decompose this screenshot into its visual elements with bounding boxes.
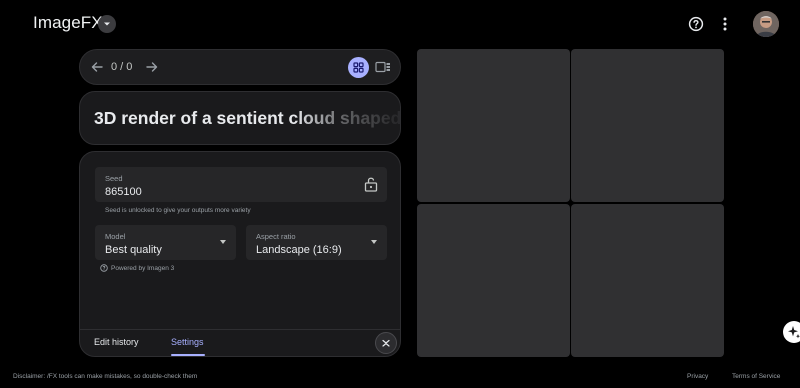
aspect-ratio-value: Landscape (16:9) [256, 244, 342, 256]
prompt-text[interactable]: 3D render of a sentient cloud shaped li [94, 108, 400, 129]
chevron-down-icon [104, 22, 110, 26]
seed-label: Seed [105, 174, 123, 183]
model-value: Best quality [105, 244, 162, 256]
model-select[interactable]: Model Best quality [95, 225, 236, 260]
app-menu-dropdown[interactable] [98, 15, 116, 33]
image-navigation-bar: 0 / 0 [79, 49, 401, 85]
powered-by-note: Powered by Imagen 3 [100, 264, 174, 272]
disclaimer-text: Disclaimer: /FX tools can make mistakes,… [13, 373, 198, 380]
image-placeholder[interactable] [417, 49, 570, 202]
dropdown-arrow-icon [371, 240, 377, 244]
expand-collapse-icon [382, 339, 390, 347]
seed-field[interactable]: Seed 865100 [95, 167, 387, 202]
arrow-back-icon[interactable] [89, 59, 105, 75]
privacy-link[interactable]: Privacy [687, 373, 708, 380]
prompt-input[interactable]: 3D render of a sentient cloud shaped li [79, 91, 401, 145]
model-label: Model [105, 232, 126, 241]
app-title[interactable]: ImageFX [33, 13, 103, 33]
settings-panel: Seed 865100 Seed is unlocked to give you… [79, 151, 401, 357]
tab-settings[interactable]: Settings [171, 337, 204, 347]
terms-of-service-link[interactable]: Terms of Service [732, 373, 780, 380]
aspect-ratio-select[interactable]: Aspect ratio Landscape (16:9) [246, 225, 387, 260]
powered-by-text: Powered by Imagen 3 [111, 264, 175, 272]
single-view-icon[interactable] [375, 60, 391, 74]
image-placeholder[interactable] [571, 204, 724, 357]
seed-value[interactable]: 865100 [105, 186, 142, 198]
image-counter: 0 / 0 [111, 61, 133, 73]
sparkle-icon [788, 326, 800, 339]
info-icon [100, 264, 108, 272]
expand-collapse-button[interactable] [375, 332, 397, 354]
aspect-ratio-label: Aspect ratio [256, 232, 296, 241]
dropdown-arrow-icon [220, 240, 226, 244]
more-vert-icon[interactable] [718, 15, 732, 33]
grid-view-button[interactable] [348, 57, 369, 78]
help-icon[interactable] [688, 16, 704, 32]
grid-view-icon [353, 62, 364, 73]
active-tab-indicator [171, 354, 205, 356]
sparkle-button[interactable] [783, 321, 800, 343]
top-bar: ImageFX [0, 0, 800, 50]
arrow-forward-icon[interactable] [144, 59, 160, 75]
image-placeholder[interactable] [571, 49, 724, 202]
lock-open-icon[interactable] [364, 176, 378, 192]
tab-edit-history[interactable]: Edit history [94, 337, 139, 347]
avatar[interactable] [753, 11, 779, 37]
image-placeholder[interactable] [417, 204, 570, 357]
tabs-divider [80, 329, 400, 330]
seed-hint: Seed is unlocked to give your outputs mo… [105, 207, 251, 214]
